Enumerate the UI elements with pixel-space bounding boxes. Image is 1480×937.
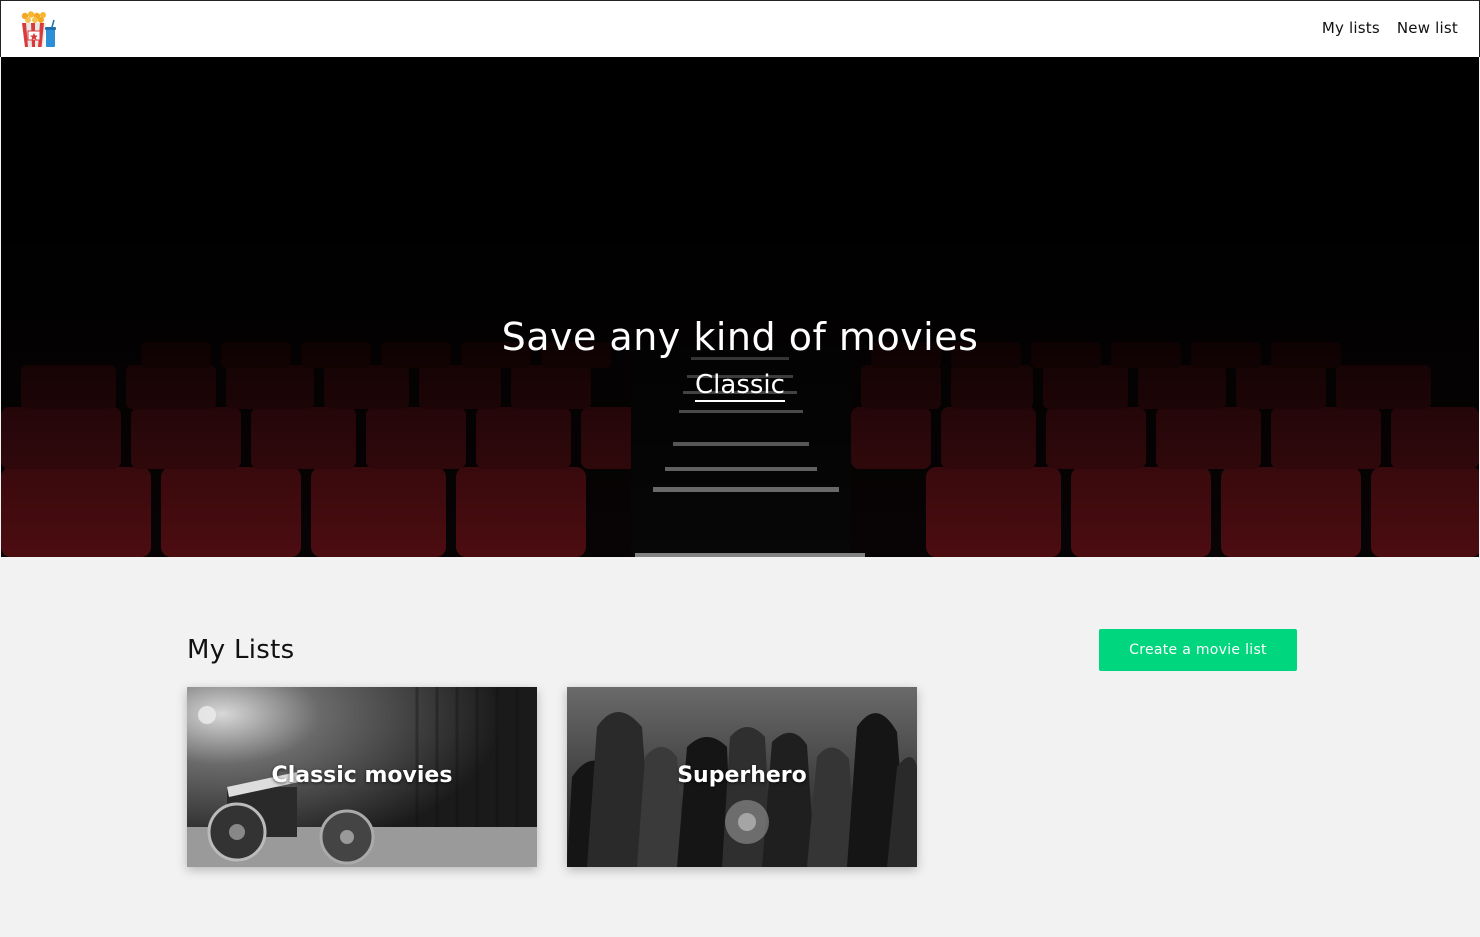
cinema-seats-image xyxy=(1,57,1479,557)
popcorn-cinema-icon[interactable] xyxy=(19,11,57,49)
my-lists-heading: My Lists xyxy=(187,635,295,665)
my-lists-section: My Lists Create a movie list Classic mov… xyxy=(0,557,1480,937)
list-card-title: Superhero xyxy=(677,763,807,788)
hero-banner: Save any kind of movies Classic xyxy=(1,57,1479,557)
create-movie-list-button[interactable]: Create a movie list xyxy=(1099,629,1297,671)
list-card-superhero[interactable]: Superhero xyxy=(567,687,917,867)
hero-title: Save any kind of movies xyxy=(501,315,979,359)
nav-link-my-lists[interactable]: My lists xyxy=(1322,19,1380,37)
hero-subtitle-classic[interactable]: Classic xyxy=(695,370,785,402)
list-card-classic-movies[interactable]: Classic movies xyxy=(187,687,537,867)
nav-link-new-list[interactable]: New list xyxy=(1397,19,1458,37)
list-card-title: Classic movies xyxy=(271,763,453,788)
top-navbar: My lists New list xyxy=(0,0,1480,57)
